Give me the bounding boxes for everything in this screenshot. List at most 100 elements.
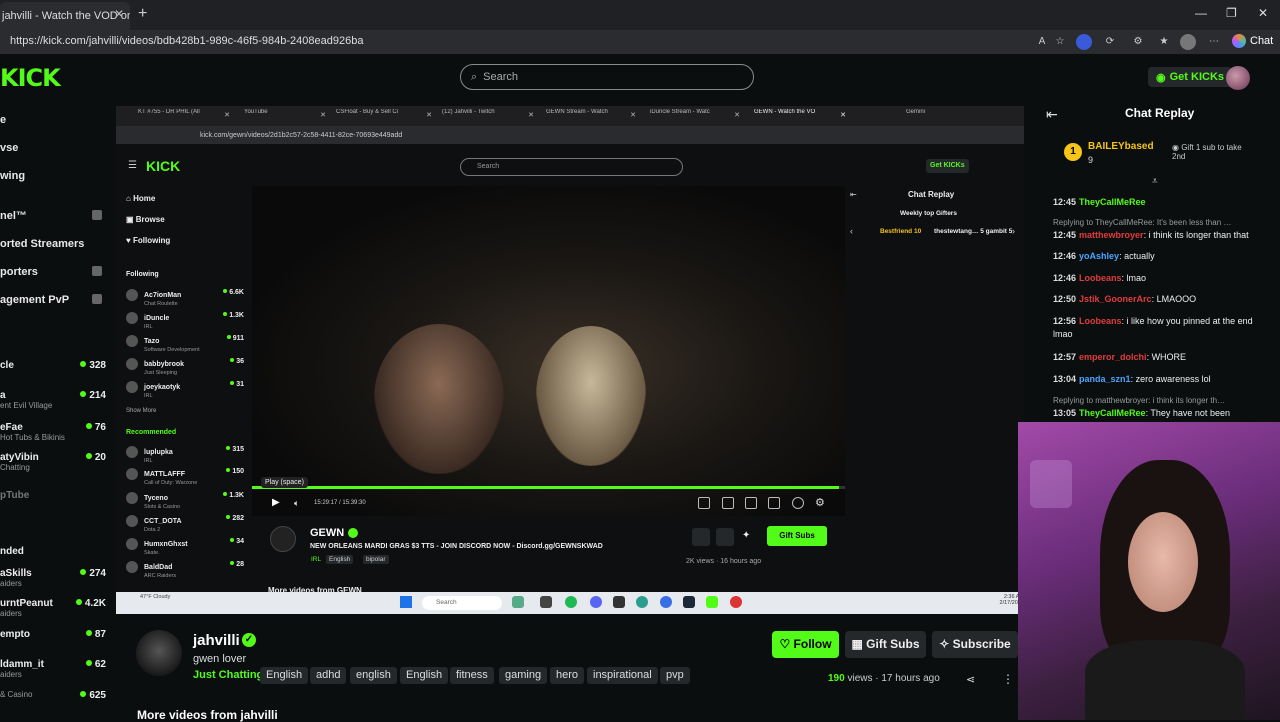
message-username[interactable]: emperor_dolchi — [1079, 352, 1147, 362]
url-text[interactable]: https://kick.com/jahvilli/videos/bdb428b… — [10, 35, 363, 47]
tag[interactable]: fitness — [450, 667, 494, 684]
collapse-chat-icon[interactable]: ⇤ — [1046, 106, 1058, 123]
tag[interactable]: hero — [550, 667, 585, 684]
close-tab-icon[interactable]: ✕ — [114, 7, 124, 21]
video-subject — [374, 324, 504, 474]
embedded-channel: iDuncle IRL — [126, 312, 169, 330]
browser-tab-active[interactable]: jahvilli - Watch the VOD on Ki ✕ — [0, 2, 130, 30]
tab-title: jahvilli - Watch the VOD on Ki — [2, 10, 130, 22]
settings-icon[interactable]: ⚙ — [815, 496, 825, 509]
tag[interactable]: gaming — [499, 667, 548, 684]
channel-name[interactable]: jahvilli — [193, 632, 240, 649]
search-icon: ⌕ — [471, 70, 478, 83]
message-username[interactable]: TheyCallMeRee — [1079, 197, 1146, 207]
chat-message: 12:45 TheyCallMeRee — [1053, 196, 1267, 209]
sidebar-channel[interactable]: a ent Evil Village — [0, 390, 52, 410]
message-username[interactable]: matthewbroyer — [1079, 230, 1144, 240]
read-aloud-icon[interactable]: A — [1034, 34, 1050, 50]
sidebar-item-following[interactable]: wing — [0, 170, 25, 182]
pin-icon — [92, 294, 102, 304]
top-gifter-name[interactable]: BAILEYbased — [1088, 141, 1154, 152]
category-link[interactable]: Just Chatting — [193, 669, 263, 681]
message-username[interactable]: Loobeans — [1079, 273, 1122, 283]
sidebar-channel[interactable]: pTube — [0, 490, 29, 501]
message-username[interactable]: yoAshley — [1079, 251, 1119, 261]
play-icon[interactable]: ▶ — [272, 497, 280, 508]
embedded-tab: (12) Jahvilli - Twitch ✕ — [442, 109, 534, 119]
favorite-icon[interactable]: ☆ — [1052, 34, 1068, 50]
extension-icon[interactable]: ⚙ — [1130, 34, 1146, 50]
embedded-tab: Gemini — [906, 109, 926, 115]
theater-icon[interactable] — [722, 497, 734, 509]
embedded-chat-replay-title: Chat Replay — [908, 190, 955, 199]
windows-start-icon — [400, 596, 412, 608]
sidebar-item-supported-streamers[interactable]: orted Streamers — [0, 238, 104, 250]
expand-gifters-icon[interactable]: ⩡ — [1152, 176, 1158, 187]
kick-logo[interactable]: KICK — [0, 64, 61, 92]
sidebar-channel[interactable]: & Casino — [0, 690, 32, 699]
sidebar-channel[interactable]: empto — [0, 629, 30, 640]
new-tab-icon[interactable]: + — [138, 5, 147, 23]
favorites-icon[interactable]: ★ — [1156, 34, 1172, 50]
sidebar-item-browse[interactable]: vse — [0, 142, 18, 154]
embedded-channel: Tyceno Slots & Casino — [126, 492, 180, 510]
message-username[interactable]: Loobeans — [1079, 316, 1122, 326]
tag[interactable]: adhd — [310, 667, 347, 684]
sidebar-channel[interactable]: ldamm_it aiders — [0, 659, 44, 679]
sidebar-channel[interactable]: cle — [0, 360, 14, 371]
search-placeholder: Search — [483, 71, 519, 83]
search-input[interactable]: ⌕ Search — [460, 64, 754, 90]
sidebar-item-home[interactable]: e — [0, 114, 6, 126]
gift-subs-button[interactable]: ▦ Gift Subs — [845, 631, 926, 658]
sidebar-item-supporters[interactable]: porters — [0, 266, 104, 278]
channel-avatar[interactable] — [136, 630, 182, 676]
sidebar-channel[interactable]: urntPeanut aiders — [0, 598, 53, 618]
sidebar-channel[interactable]: aSkills aiders — [0, 568, 32, 588]
maximize-icon[interactable]: ❐ — [1226, 6, 1237, 20]
pip-icon[interactable] — [745, 497, 757, 509]
message-username[interactable]: panda_szn1 — [1079, 374, 1131, 384]
tag[interactable]: English — [260, 667, 309, 684]
sidebar-item-channel[interactable]: nel™ — [0, 210, 104, 222]
message-time: 13:04 — [1053, 374, 1077, 384]
vod-video-frame[interactable]: KT #755 - DR PHIL (All ✕ YouTube ✕ CSFloat… — [116, 106, 1024, 614]
embedded-channel: MATTLAFFF Call of Duty: Warzone — [126, 468, 197, 486]
sidebar-channel[interactable]: atyVibin Chatting — [0, 452, 39, 472]
minimize-icon[interactable]: — — [1195, 6, 1207, 20]
video-progress-bar[interactable] — [252, 486, 845, 489]
copilot-chat-button[interactable]: Chat — [1232, 34, 1273, 48]
taskbar-weather: 47°F Cloudy — [140, 594, 171, 600]
sidebar-channel[interactable]: eFae Hot Tubs & Bikinis — [0, 422, 65, 442]
speed-icon[interactable] — [792, 497, 804, 509]
gift-prompt[interactable]: ◉ Gift 1 sub to take 2nd — [1172, 143, 1252, 161]
taskbar-app-icon — [613, 596, 625, 608]
volume-icon[interactable]: 🔈︎ — [294, 498, 299, 509]
follow-button[interactable]: ♡ Follow — [772, 631, 839, 658]
subscribe-button[interactable]: ✧ Subscribe — [932, 631, 1018, 658]
user-avatar[interactable] — [1226, 66, 1250, 90]
embedded-channel: Tazo Software Development — [126, 335, 200, 353]
get-kicks-button[interactable]: ◉ Get KICKs — [1148, 67, 1233, 87]
message-time: 13:05 — [1053, 408, 1077, 418]
tag[interactable]: English — [400, 667, 449, 684]
share-icon[interactable]: ⋖ — [966, 673, 975, 686]
tag[interactable]: english — [350, 667, 397, 684]
taskbar-app-icon — [660, 596, 672, 608]
message-username[interactable]: Jstik_GoonerArc — [1079, 294, 1152, 304]
message-time: 12:57 — [1053, 352, 1077, 362]
more-menu-icon[interactable]: ⋯ — [1206, 34, 1222, 50]
extension-icon[interactable] — [1076, 34, 1092, 50]
sidebar-item-engagement-pvp[interactable]: agement PvP — [0, 294, 104, 306]
close-window-icon[interactable]: ✕ — [1258, 6, 1268, 20]
profile-icon[interactable] — [1180, 34, 1196, 50]
tag[interactable]: inspirational — [587, 667, 658, 684]
more-options-icon[interactable]: ⋮ — [1002, 672, 1014, 686]
message-username[interactable]: TheyCallMeRee — [1079, 408, 1146, 418]
tag[interactable]: pvp — [660, 667, 690, 684]
embedded-views: 2K views · 16 hours ago — [686, 558, 762, 565]
extension-icon[interactable]: ⟳ — [1102, 34, 1118, 50]
clip-icon[interactable] — [698, 497, 710, 509]
home-icon: ⌂ — [126, 194, 134, 203]
fullscreen-icon[interactable] — [768, 497, 780, 509]
embedded-search: Search — [460, 158, 683, 176]
